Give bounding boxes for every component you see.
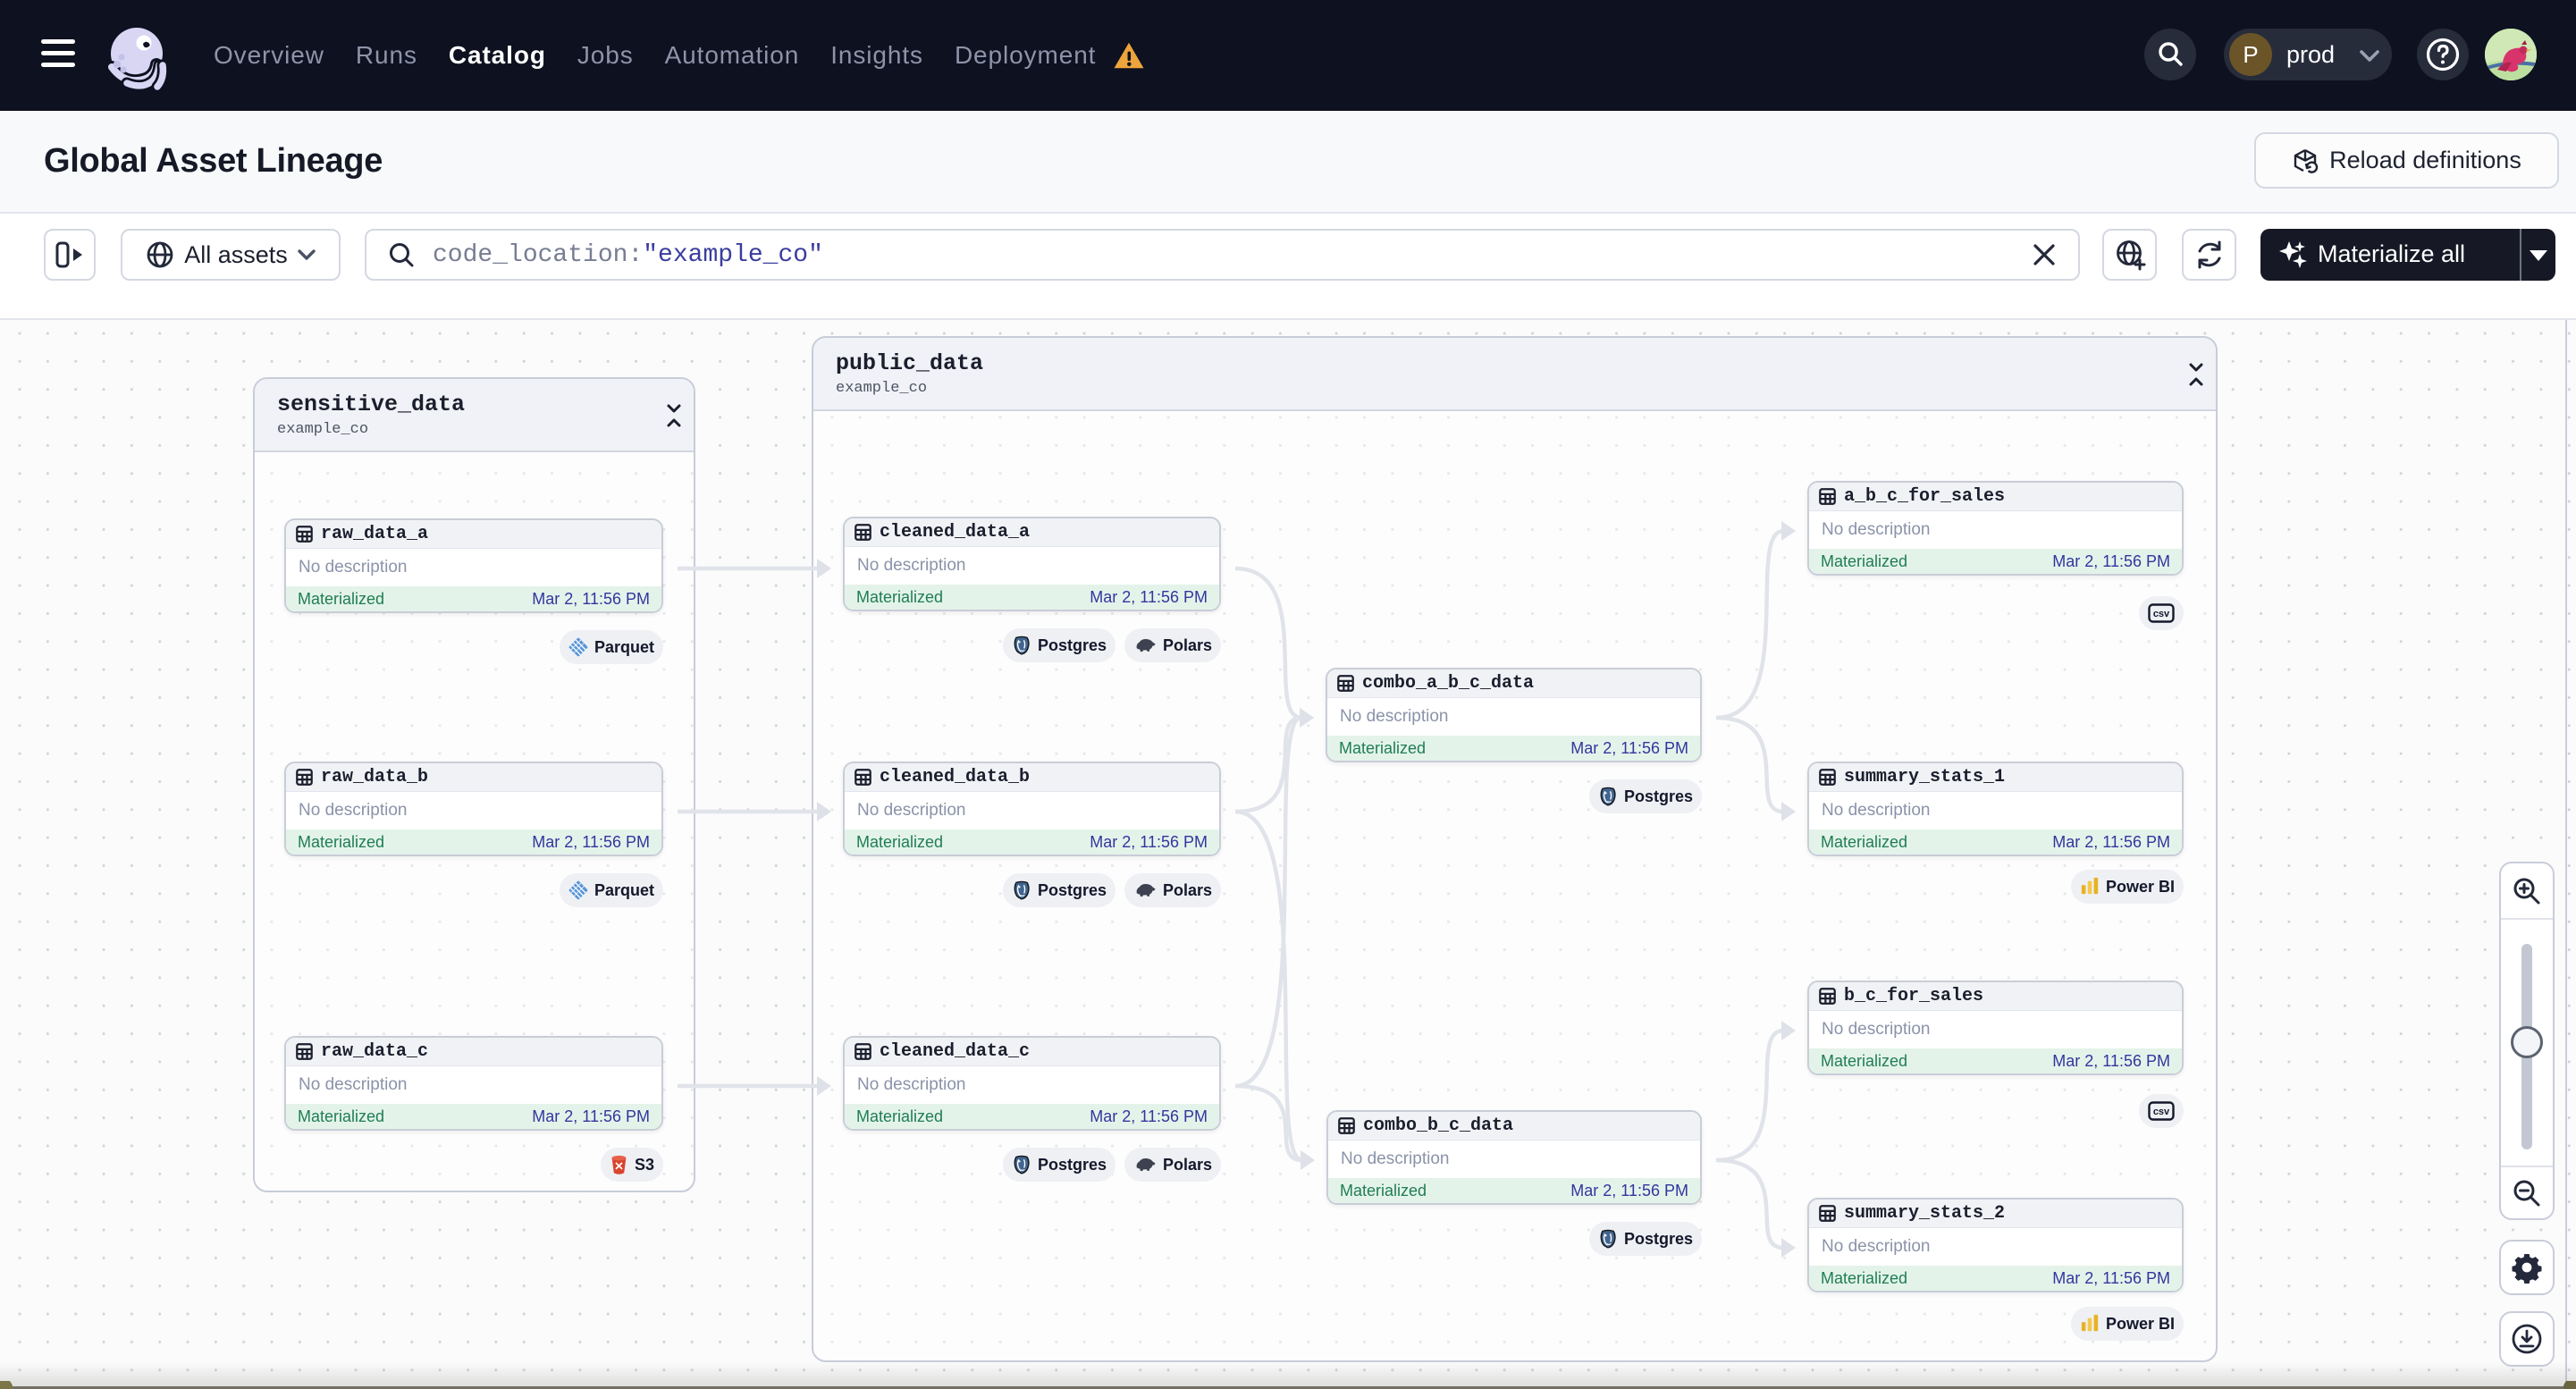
svg-text:csv: csv <box>2153 1107 2170 1117</box>
svg-text:csv: csv <box>2153 609 2170 619</box>
